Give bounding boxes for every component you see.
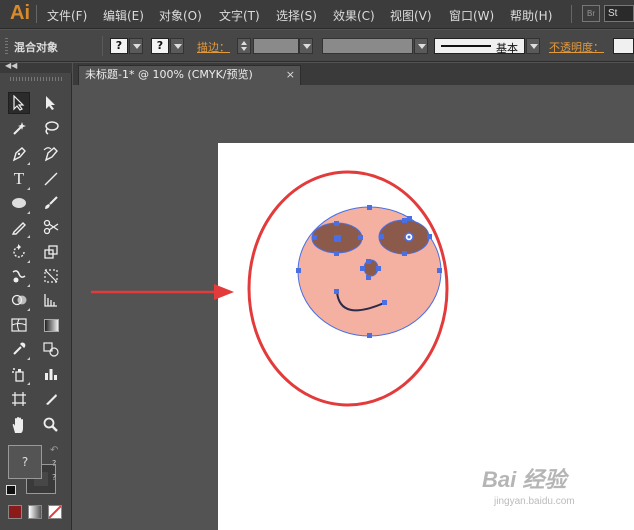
gradient-tool-icon[interactable] <box>40 314 62 336</box>
menu-view[interactable]: 视图(V) <box>390 7 432 24</box>
close-tab-icon[interactable]: × <box>286 66 295 84</box>
variable-width-profile[interactable] <box>322 38 413 54</box>
zoom-tool-icon[interactable] <box>40 414 62 436</box>
artboard[interactable] <box>218 143 634 530</box>
control-bar: 混合对象 ? ? 描边： 基本 不透明度： <box>0 30 634 62</box>
app-logo: Ai <box>10 2 30 24</box>
stepper-up-icon[interactable] <box>241 41 247 45</box>
eyedropper-tool-icon[interactable] <box>8 338 30 360</box>
opacity-input[interactable] <box>613 38 634 54</box>
menu-divider <box>36 5 37 23</box>
fill-placeholder-mark: ? <box>52 473 57 482</box>
perspective-grid-tool-icon[interactable] <box>40 289 62 311</box>
watermark: Bai 经验 <box>482 467 567 492</box>
stroke-weight-stepper[interactable] <box>237 38 251 54</box>
selection-tool-icon[interactable] <box>8 92 30 114</box>
tools-panel-grip[interactable] <box>10 77 62 81</box>
selection-mode-label: 混合对象 <box>14 41 58 54</box>
brush-stroke-preview <box>441 45 491 47</box>
blend-tool-icon[interactable] <box>40 338 62 360</box>
none-mode-swatch[interactable] <box>48 505 62 519</box>
menu-help[interactable]: 帮助(H) <box>510 7 552 24</box>
mesh-tool-icon[interactable] <box>8 314 30 336</box>
warp-tool-icon[interactable] <box>8 265 30 287</box>
curvature-tool-icon[interactable] <box>40 143 62 165</box>
menu-divider <box>571 5 572 23</box>
opacity-label[interactable]: 不透明度： <box>549 39 604 55</box>
column-graph-tool-icon[interactable] <box>40 363 62 385</box>
slice-tool-icon[interactable] <box>40 388 62 410</box>
divider <box>102 36 103 56</box>
fill-color-swatch[interactable]: ? <box>110 38 128 54</box>
rotate-tool-icon[interactable] <box>8 241 30 263</box>
brush-dropdown[interactable] <box>526 38 540 54</box>
pencil-tool-icon[interactable] <box>8 216 30 238</box>
scissors-tool-icon[interactable] <box>40 216 62 238</box>
stroke-weight-dropdown[interactable] <box>299 38 313 54</box>
symbol-sprayer-tool-icon[interactable] <box>8 363 30 385</box>
stock-button[interactable]: St <box>604 5 634 22</box>
type-tool-icon[interactable]: T <box>8 168 30 190</box>
free-transform-tool-icon[interactable] <box>40 265 62 287</box>
stroke-placeholder-mark: ? <box>52 459 57 468</box>
brush-definition[interactable]: 基本 <box>434 38 525 55</box>
menu-type[interactable]: 文字(T) <box>219 7 260 24</box>
document-tab-title: 未标题-1* @ 100% (CMYK/预览) <box>85 68 253 81</box>
line-segment-tool-icon[interactable] <box>40 168 62 190</box>
color-mode-swatch[interactable] <box>8 505 22 519</box>
magic-wand-tool-icon[interactable] <box>8 117 30 139</box>
swap-fill-stroke-icon[interactable]: ↶ <box>50 445 58 456</box>
tools-panel: ◀◀ T ? ? ? ↶ <box>0 61 72 530</box>
menu-effect[interactable]: 效果(C) <box>333 7 375 24</box>
menu-object[interactable]: 对象(O) <box>159 7 202 24</box>
brush-style-label: 基本 <box>496 42 518 55</box>
fill-dropdown-button[interactable] <box>129 38 143 54</box>
menu-file[interactable]: 文件(F) <box>47 7 87 24</box>
ellipse-tool-icon[interactable] <box>8 192 30 214</box>
stroke-dropdown-button[interactable] <box>170 38 184 54</box>
menu-edit[interactable]: 编辑(E) <box>103 7 144 24</box>
bridge-button[interactable]: Br <box>582 5 600 22</box>
document-tab-strip: 未标题-1* @ 100% (CMYK/预览) × <box>73 63 634 85</box>
stroke-weight-label[interactable]: 描边： <box>197 39 230 55</box>
watermark-sub: jingyan.baidu.com <box>494 496 575 507</box>
scale-tool-icon[interactable] <box>40 241 62 263</box>
pen-tool-icon[interactable] <box>8 143 30 165</box>
stroke-weight-input[interactable] <box>253 38 299 54</box>
tools-panel-header: ◀◀ <box>0 61 72 73</box>
stepper-down-icon[interactable] <box>241 47 247 51</box>
lasso-tool-icon[interactable] <box>40 117 62 139</box>
hand-tool-icon[interactable] <box>8 414 30 436</box>
collapse-icon[interactable]: ◀◀ <box>5 61 17 70</box>
menu-window[interactable]: 窗口(W) <box>449 7 494 24</box>
document-tab[interactable]: 未标题-1* @ 100% (CMYK/预览) × <box>78 65 301 85</box>
default-fill-stroke-icon[interactable] <box>6 485 16 495</box>
direct-selection-tool-icon[interactable] <box>40 92 62 114</box>
stroke-color-swatch[interactable]: ? <box>151 38 169 54</box>
menu-bar: Ai 文件(F) 编辑(E) 对象(O) 文字(T) 选择(S) 效果(C) 视… <box>0 0 634 29</box>
menu-select[interactable]: 选择(S) <box>276 7 317 24</box>
fill-color-box[interactable]: ? <box>8 445 42 479</box>
gradient-mode-swatch[interactable] <box>28 505 42 519</box>
shape-builder-tool-icon[interactable] <box>8 289 30 311</box>
control-bar-grip[interactable] <box>5 38 8 54</box>
artboard-tool-icon[interactable] <box>8 388 30 410</box>
variable-width-dropdown[interactable] <box>414 38 428 54</box>
paintbrush-tool-icon[interactable] <box>40 192 62 214</box>
